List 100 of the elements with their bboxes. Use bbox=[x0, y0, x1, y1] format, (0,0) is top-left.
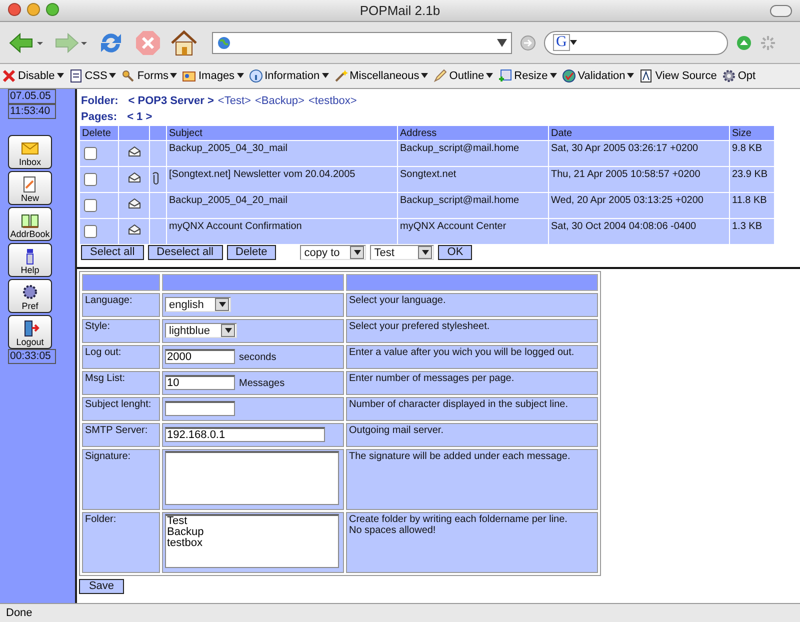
envelope-icon bbox=[128, 172, 140, 183]
sidebar-button[interactable]: AddrBook bbox=[8, 207, 52, 241]
toolbar-menu[interactable]: Information bbox=[264, 70, 320, 82]
preference-input[interactable] bbox=[165, 401, 235, 416]
sidebar-button[interactable]: Pref bbox=[8, 279, 52, 313]
preference-label: Subject lenght: bbox=[82, 397, 160, 421]
unit-label: Messages bbox=[239, 378, 285, 389]
date-cell: Sat, 30 Apr 2005 03:26:17 +0200 bbox=[549, 141, 729, 166]
search-engine-letter[interactable]: G bbox=[553, 34, 570, 51]
back-arrow-icon[interactable] bbox=[8, 30, 44, 54]
toolbar-menu[interactable]: CSS bbox=[84, 70, 108, 82]
size-cell: 23.9 KB bbox=[730, 167, 774, 192]
caret-icon bbox=[224, 328, 232, 333]
folder-link[interactable]: <testbox> bbox=[308, 95, 357, 107]
close-button[interactable] bbox=[8, 3, 21, 16]
delete-checkbox[interactable] bbox=[84, 225, 97, 238]
action-button[interactable]: Delete bbox=[226, 245, 276, 260]
preference-textarea[interactable]: Test Backup testbox bbox=[165, 514, 339, 568]
action-button[interactable]: Deselect all bbox=[148, 245, 222, 260]
delete-checkbox[interactable] bbox=[84, 173, 97, 186]
column-header: Size bbox=[730, 126, 774, 140]
preference-label: Folder: bbox=[82, 512, 160, 573]
cross-icon bbox=[2, 69, 16, 83]
window-title: POPMail 2.1b bbox=[360, 3, 440, 18]
pencil-icon bbox=[433, 69, 448, 83]
date-cell: Sat, 30 Oct 2004 04:08:06 -0400 bbox=[549, 219, 729, 244]
subject-cell[interactable]: myQNX Account Confirmation bbox=[167, 219, 397, 244]
subject-cell[interactable]: Backup_2005_04_20_mail bbox=[167, 193, 397, 218]
preference-label: Signature: bbox=[82, 449, 160, 510]
preference-textarea[interactable] bbox=[165, 451, 339, 505]
sidebar-button[interactable]: Inbox bbox=[8, 135, 52, 169]
copy-select[interactable]: copy to bbox=[300, 245, 366, 260]
column-header: Address bbox=[398, 126, 548, 140]
time-display: 11:53:40 bbox=[8, 104, 56, 119]
envelope-icon bbox=[128, 198, 140, 209]
toolbar-menu[interactable]: Disable bbox=[18, 70, 55, 82]
preference-select[interactable]: lightblue bbox=[165, 323, 237, 338]
toolbar-toggle-button[interactable] bbox=[770, 5, 792, 17]
preference-label: Language: bbox=[82, 293, 160, 317]
toolbar-menu[interactable]: Images bbox=[198, 70, 235, 82]
zoom-button[interactable] bbox=[46, 3, 59, 16]
envelope-icon bbox=[20, 140, 40, 157]
preference-input[interactable]: 2000 bbox=[165, 349, 235, 364]
search-field[interactable]: G bbox=[544, 30, 728, 54]
status-text: Done bbox=[0, 603, 800, 622]
toolbar-menu[interactable]: Forms bbox=[137, 70, 168, 82]
action-button[interactable]: Select all bbox=[81, 245, 144, 260]
address-cell: Backup_script@mail.home bbox=[398, 141, 548, 166]
picture-icon bbox=[182, 69, 196, 83]
preference-input[interactable]: 10 bbox=[165, 375, 235, 390]
session-timer: 00:33:05 bbox=[8, 349, 56, 364]
preference-label: Msg List: bbox=[82, 371, 160, 395]
size-cell: 1.3 KB bbox=[730, 219, 774, 244]
preference-description: Select your language. bbox=[349, 295, 447, 306]
gear-icon bbox=[722, 69, 736, 83]
dropdown-arrow-icon[interactable] bbox=[497, 38, 507, 46]
preference-select[interactable]: english bbox=[165, 297, 231, 312]
toolbar-menu[interactable]: Resize bbox=[514, 70, 548, 82]
preference-description: Enter a value after you wich you will be logged out. bbox=[349, 347, 576, 358]
home-icon[interactable] bbox=[170, 28, 198, 56]
preference-description: Number of character displayed in the subject line. bbox=[349, 399, 570, 410]
address-cell: Songtext.net bbox=[398, 167, 548, 192]
save-button[interactable]: Save bbox=[79, 578, 124, 594]
envelope-icon bbox=[128, 146, 140, 157]
caret-icon bbox=[422, 250, 429, 255]
size-cell: 9.8 KB bbox=[730, 141, 774, 166]
current-page: < 1 > bbox=[127, 111, 152, 123]
address-field[interactable] bbox=[212, 32, 512, 54]
go-button-icon[interactable] bbox=[520, 34, 536, 50]
toolbar-menu[interactable]: Validation bbox=[578, 70, 626, 82]
size-cell: 11.8 KB bbox=[730, 193, 774, 218]
sidebar-button[interactable]: Help bbox=[8, 243, 52, 277]
preference-label: Log out: bbox=[82, 345, 160, 369]
sidebar-button[interactable]: Logout bbox=[8, 315, 52, 349]
preference-label: SMTP Server: bbox=[82, 423, 160, 447]
toolbar-menu[interactable]: Miscellaneous bbox=[350, 70, 420, 82]
minimize-button[interactable] bbox=[27, 3, 40, 16]
folder-link[interactable]: <Backup> bbox=[254, 95, 304, 107]
subject-cell[interactable]: [Songtext.net] Newsletter vom 20.04.2005 bbox=[167, 167, 397, 192]
preference-description: The signature will be added under each message. bbox=[349, 451, 572, 462]
folder-link[interactable]: <Test> bbox=[218, 95, 251, 107]
current-folder: < POP3 Server > bbox=[128, 95, 214, 107]
wand-icon bbox=[334, 69, 348, 83]
toolbar-menu[interactable]: View Source bbox=[655, 70, 717, 82]
caret-icon bbox=[354, 250, 361, 255]
preference-description: Outgoing mail server. bbox=[349, 425, 444, 436]
ok-button[interactable]: OK bbox=[438, 245, 472, 260]
target-folder-select[interactable]: Test bbox=[370, 245, 434, 260]
date-cell: Wed, 20 Apr 2005 03:13:25 +0200 bbox=[549, 193, 729, 218]
toolbar-menu[interactable]: Outline bbox=[449, 70, 484, 82]
column-header: Subject bbox=[167, 126, 397, 140]
delete-checkbox[interactable] bbox=[84, 199, 97, 212]
sidebar-button[interactable]: New bbox=[8, 171, 52, 205]
envelope-icon bbox=[128, 224, 140, 235]
date-display: 07.05.05 bbox=[8, 89, 56, 104]
subject-cell[interactable]: Backup_2005_04_30_mail bbox=[167, 141, 397, 166]
toolbar-menu[interactable]: Opt bbox=[738, 70, 756, 82]
delete-checkbox[interactable] bbox=[84, 147, 97, 160]
preference-input[interactable]: 192.168.0.1 bbox=[165, 427, 325, 442]
preference-label: Style: bbox=[82, 319, 160, 343]
